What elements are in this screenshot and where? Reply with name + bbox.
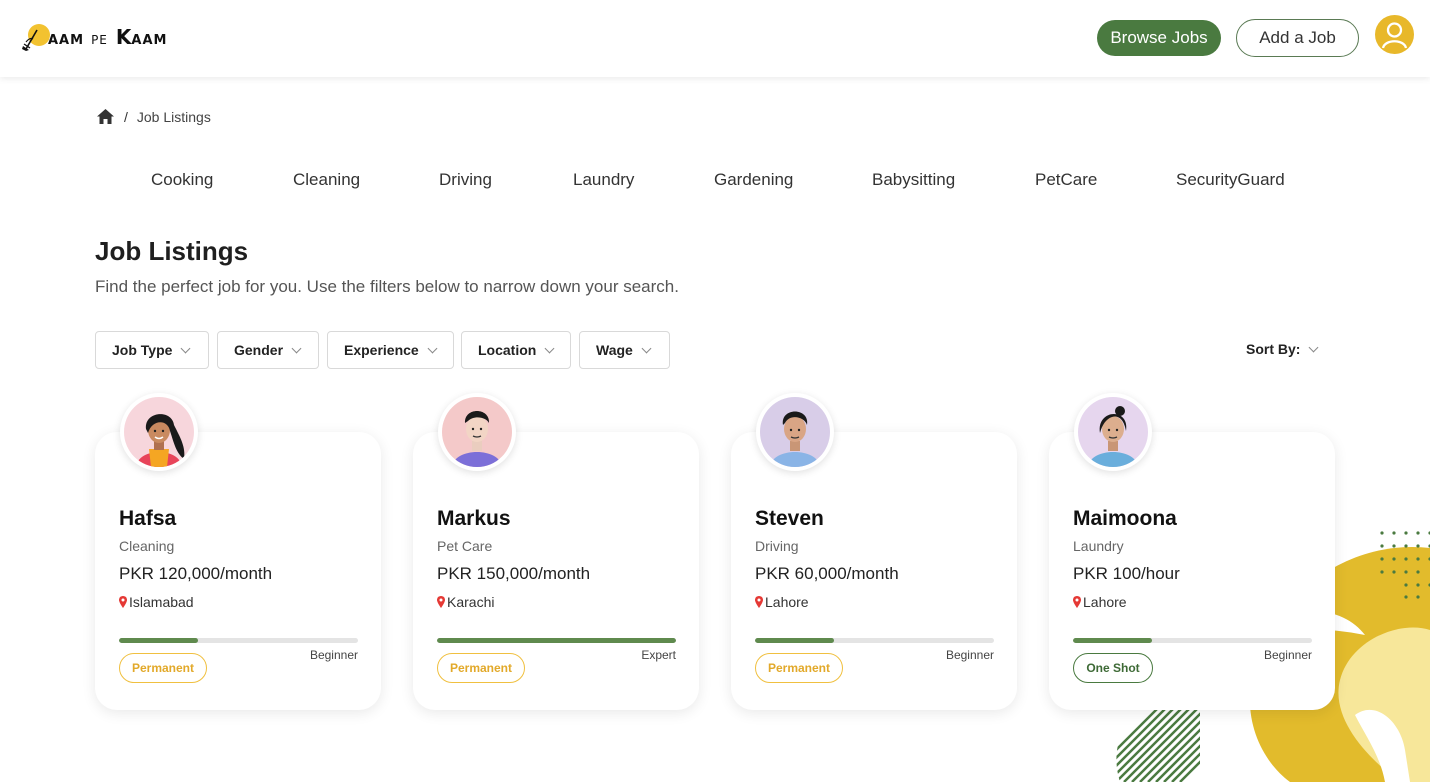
filter-job-type[interactable]: Job Type xyxy=(95,331,209,369)
experience-progress-bar xyxy=(755,638,994,643)
location-pin-icon xyxy=(1073,596,1081,608)
page-subtitle: Find the perfect job for you. Use the fi… xyxy=(95,277,679,296)
avatar-hafsa xyxy=(120,393,198,471)
card-name: Hafsa xyxy=(119,507,177,530)
breadcrumb-current: Job Listings xyxy=(136,108,211,125)
card-name: Markus xyxy=(437,507,511,530)
breadcrumb: / Job Listings xyxy=(96,108,211,125)
logo[interactable]: AAM PE K AAM xyxy=(20,22,167,52)
card-wage: PKR 120,000/month xyxy=(119,564,273,583)
card-experience-level: Beginner xyxy=(945,648,994,662)
card-location-text: Islamabad xyxy=(129,594,194,610)
logo-text: AAM PE K AAM xyxy=(48,25,167,49)
job-duration-badge: Permanent xyxy=(755,653,843,683)
broom-logo-icon xyxy=(22,24,50,51)
filter-experience[interactable]: Experience xyxy=(327,331,454,369)
chevron-down-icon xyxy=(1309,342,1319,352)
avatar-maimoona xyxy=(1074,393,1152,471)
avatar-markus xyxy=(438,393,516,471)
category-gardening[interactable]: Gardening xyxy=(714,170,793,190)
chevron-down-icon xyxy=(641,343,652,353)
card-name: Steven xyxy=(755,507,824,530)
avatar-steven xyxy=(756,393,834,471)
card-wage: PKR 60,000/month xyxy=(755,564,899,583)
logo-part-k: K xyxy=(115,25,132,49)
sort-by-dropdown[interactable]: Sort By: xyxy=(1246,341,1319,357)
experience-progress-fill xyxy=(1073,638,1152,643)
filter-label: Wage xyxy=(596,342,633,358)
card-experience-level: Beginner xyxy=(309,648,358,662)
card-job-type: Driving xyxy=(755,538,799,554)
category-cooking[interactable]: Cooking xyxy=(151,170,213,190)
card-experience-level: Beginner xyxy=(1263,648,1312,662)
man-avatar-icon xyxy=(442,397,512,467)
experience-progress-fill xyxy=(437,638,676,643)
card-location-text: Karachi xyxy=(447,594,495,610)
experience-progress-bar xyxy=(1073,638,1312,643)
user-avatar[interactable] xyxy=(1375,15,1414,54)
filter-wage[interactable]: Wage xyxy=(579,331,670,369)
card-location-text: Lahore xyxy=(765,594,809,610)
woman-avatar-icon xyxy=(1078,397,1148,467)
card-location-text: Lahore xyxy=(1083,594,1127,610)
job-duration-badge: Permanent xyxy=(119,653,207,683)
location-pin-icon xyxy=(437,596,445,608)
chevron-down-icon xyxy=(180,343,191,353)
chevron-down-icon xyxy=(427,343,438,353)
card-location: Islamabad xyxy=(119,594,194,610)
experience-progress-fill xyxy=(119,638,198,643)
card-job-type: Pet Care xyxy=(437,538,493,554)
category-driving[interactable]: Driving xyxy=(439,170,492,190)
logo-part-b: AAM xyxy=(131,33,168,48)
page-title: Job Listings xyxy=(95,236,249,266)
experience-progress-fill xyxy=(755,638,834,643)
card-job-type: Laundry xyxy=(1073,538,1124,554)
job-card-steven[interactable]: Steven Driving PKR 60,000/month Lahore B… xyxy=(731,432,1017,710)
sort-label: Sort By: xyxy=(1246,341,1301,357)
location-pin-icon xyxy=(755,596,763,608)
add-job-button[interactable]: Add a Job xyxy=(1236,19,1359,57)
card-job-type: Cleaning xyxy=(119,538,175,554)
job-duration-badge: One Shot xyxy=(1073,653,1153,683)
top-navbar: AAM PE K AAM Browse Jobs Add a Job xyxy=(0,0,1430,77)
chevron-down-icon xyxy=(544,343,555,353)
logo-part-pe: PE xyxy=(91,33,108,47)
category-cleaning[interactable]: Cleaning xyxy=(293,170,360,190)
experience-progress-bar xyxy=(437,638,676,643)
filter-label: Experience xyxy=(344,342,419,358)
job-duration-badge: Permanent xyxy=(437,653,525,683)
card-name: Maimoona xyxy=(1073,507,1177,530)
user-icon xyxy=(1381,22,1408,49)
job-card-maimoona[interactable]: Maimoona Laundry PKR 100/hour Lahore Beg… xyxy=(1049,432,1335,710)
logo-part-a: AAM xyxy=(48,33,85,48)
category-babysitting[interactable]: Babysitting xyxy=(872,170,955,190)
card-wage: PKR 100/hour xyxy=(1073,564,1180,583)
browse-jobs-button[interactable]: Browse Jobs xyxy=(1097,20,1221,56)
category-petcare[interactable]: PetCare xyxy=(1035,170,1097,190)
filter-label: Gender xyxy=(234,342,284,358)
filter-gender[interactable]: Gender xyxy=(217,331,319,369)
job-card-markus[interactable]: Markus Pet Care PKR 150,000/month Karach… xyxy=(413,432,699,710)
experience-progress-bar xyxy=(119,638,358,643)
man-avatar-icon xyxy=(760,397,830,467)
woman-avatar-icon xyxy=(124,397,194,467)
card-wage: PKR 150,000/month xyxy=(437,564,591,583)
card-experience-level: Expert xyxy=(641,648,676,662)
category-laundry[interactable]: Laundry xyxy=(573,170,634,190)
category-securityguard[interactable]: SecurityGuard xyxy=(1176,170,1285,190)
job-card-hafsa[interactable]: Hafsa Cleaning PKR 120,000/month Islamab… xyxy=(95,432,381,710)
location-pin-icon xyxy=(119,596,127,608)
category-tabs: Cooking Cleaning Driving Laundry Gardeni… xyxy=(0,170,1430,192)
filter-label: Location xyxy=(478,342,537,358)
filter-label: Job Type xyxy=(112,342,173,358)
card-location: Lahore xyxy=(1073,594,1127,610)
card-location: Karachi xyxy=(437,594,494,610)
card-location: Lahore xyxy=(755,594,809,610)
chevron-down-icon xyxy=(291,343,302,353)
home-icon[interactable] xyxy=(96,108,115,125)
filter-location[interactable]: Location xyxy=(461,331,571,369)
breadcrumb-separator: / xyxy=(124,108,128,125)
